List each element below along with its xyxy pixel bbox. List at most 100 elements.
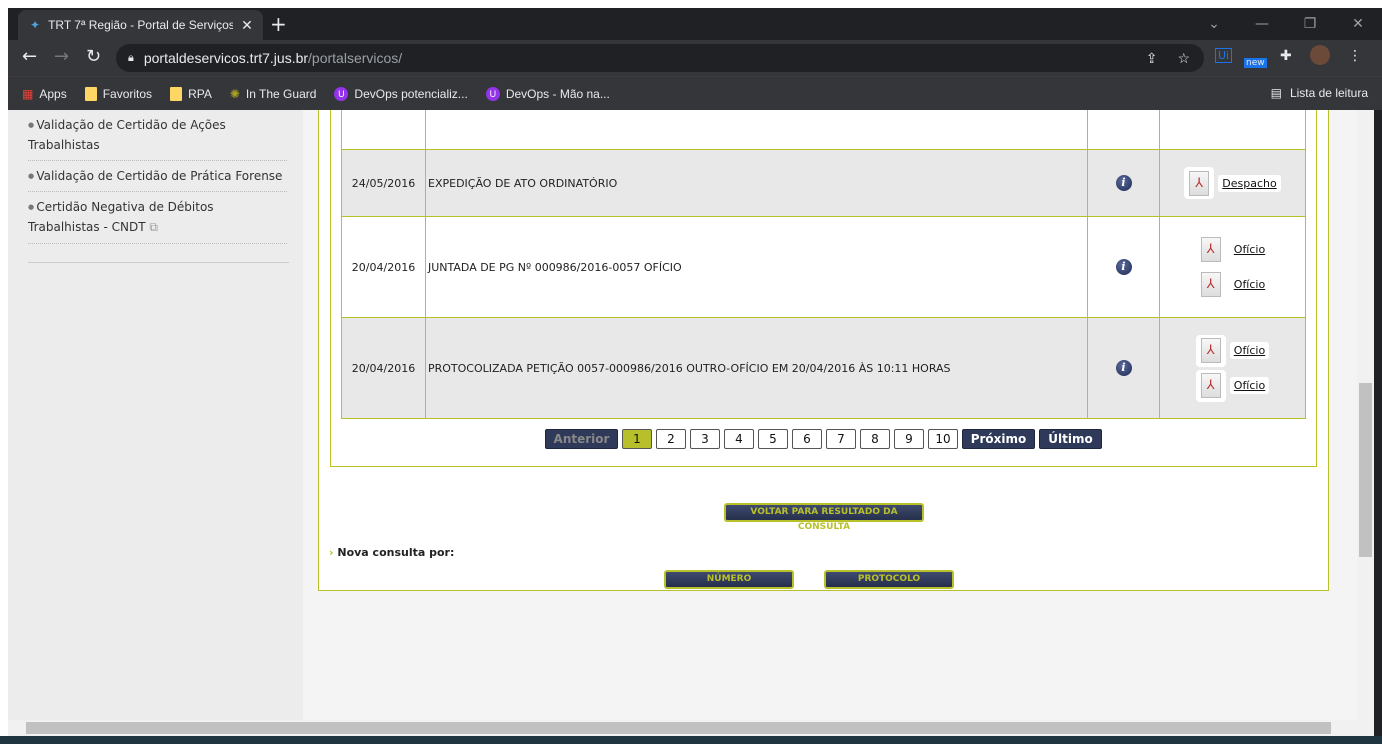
divider <box>28 262 289 263</box>
sidebar-item-label: Certidão Negativa de Débitos Trabalhista… <box>28 200 214 234</box>
prev-page-button[interactable]: Anterior <box>545 429 618 449</box>
scrollbar-thumb[interactable] <box>26 722 1331 734</box>
external-link-icon: ⧉ <box>149 220 158 234</box>
lock-icon: 🔒︎ <box>128 51 134 64</box>
page-1-button[interactable]: 1 <box>622 429 652 449</box>
bookmark-label: DevOps potencializ... <box>354 86 468 101</box>
back-icon[interactable]: ← <box>22 46 37 67</box>
bookmark-in-the-guard[interactable]: ✺ In The Guard <box>230 87 317 101</box>
vertical-scrollbar[interactable] <box>1357 110 1374 720</box>
browser-window: ✦ TRT 7ª Região - Portal de Serviços ✕ +… <box>8 8 1382 736</box>
scrollbar-thumb[interactable] <box>1359 383 1372 557</box>
sidebar-item-validacao-pratica[interactable]: Validação de Certidão de Prática Forense <box>28 161 287 192</box>
document-link[interactable]: ⅄ Ofício <box>1162 233 1303 266</box>
last-page-button[interactable]: Último <box>1039 429 1102 449</box>
bookmark-favoritos[interactable]: Favoritos <box>84 86 153 101</box>
guard-icon: ✺ <box>229 86 240 101</box>
document-link[interactable]: ⅄ Ofício <box>1162 268 1303 301</box>
document-label[interactable]: Ofício <box>1229 342 1270 359</box>
page-6-button[interactable]: 6 <box>792 429 822 449</box>
reading-list-label: Lista de leitura <box>1289 86 1368 100</box>
sidebar-item-validacao-acoes[interactable]: Validação de Certidão de Ações Trabalhis… <box>28 110 287 161</box>
search-by-protocol-button[interactable]: PROTOCOLO <box>824 570 954 589</box>
page-4-button[interactable]: 4 <box>724 429 754 449</box>
tab-active[interactable]: ✦ TRT 7ª Região - Portal de Serviços ✕ <box>18 10 263 40</box>
back-to-results-button[interactable]: VOLTAR PARA RESULTADO DA CONSULTA <box>724 503 924 532</box>
address-bar[interactable]: 🔒︎ portaldeservicos.trt7.jus.br/portalse… <box>116 44 1204 72</box>
restore-button[interactable]: ❐ <box>1286 16 1334 32</box>
bookmark-label: Favoritos <box>102 86 153 101</box>
table-row-partial: i <box>341 110 1306 150</box>
search-by-number-button[interactable]: NÚMERO <box>664 570 794 589</box>
document-link[interactable]: ⅄ Ofício <box>1162 369 1303 402</box>
url-host: portaldeservicos.trt7.jus.br <box>143 50 309 66</box>
row-date: 24/05/2016 <box>341 149 426 217</box>
document-label[interactable]: Ofício <box>1229 276 1270 293</box>
row-date: 20/04/2016 <box>341 317 426 419</box>
bookmark-label: In The Guard <box>245 86 317 101</box>
document-label[interactable]: Despacho <box>1218 174 1281 192</box>
bookmarks-bar: ▦ Apps Favoritos RPA ✺ In The Guard U DevOp… <box>8 76 1382 110</box>
page-2-button[interactable]: 2 <box>656 429 686 449</box>
page-10-button[interactable]: 10 <box>928 429 958 449</box>
sidebar-item-label: Validação de Certidão de Ações Trabalhis… <box>28 118 226 152</box>
taskbar <box>0 736 1382 744</box>
bookmark-devops-2[interactable]: U DevOps - Mão na... <box>485 86 610 101</box>
page-3-button[interactable]: 3 <box>690 429 720 449</box>
bookmark-rpa[interactable]: RPA <box>170 86 212 101</box>
star-icon[interactable]: ☆ <box>1177 50 1190 67</box>
page-7-button[interactable]: 7 <box>826 429 856 449</box>
document-label[interactable]: Ofício <box>1229 377 1270 394</box>
folder-icon <box>84 86 97 101</box>
reading-list-icon: ▤ <box>1270 86 1282 100</box>
document-link[interactable]: ⅄ Despacho <box>1162 167 1303 199</box>
toolbar: ← → ↻ 🔒︎ portaldeservicos.trt7.jus.br/po… <box>8 40 1382 76</box>
tab-title: TRT 7ª Região - Portal de Serviços <box>48 18 234 32</box>
info-icon[interactable]: i <box>1115 259 1132 275</box>
avatar[interactable] <box>1310 45 1330 65</box>
content-panel: i 24/05/2016 EXPEDIÇÃO DE ATO ORDINATÓRI… <box>318 110 1329 591</box>
folder-icon <box>170 86 183 101</box>
page-5-button[interactable]: 5 <box>758 429 788 449</box>
uipath-extension-icon[interactable]: Ui <box>1215 48 1233 63</box>
sidebar-item-label: Validação de Certidão de Prática Forense <box>36 169 283 183</box>
document-link[interactable]: ⅄ Ofício <box>1162 334 1303 367</box>
pdf-icon: ⅄ <box>1195 334 1226 367</box>
pdf-icon: ⅄ <box>1195 369 1226 402</box>
bookmark-apps[interactable]: ▦ Apps <box>22 87 67 101</box>
row-description: EXPEDIÇÃO DE ATO ORDINATÓRIO <box>425 149 1088 217</box>
row-description: PROTOCOLIZADA PETIÇÃO 0057-000986/2016 O… <box>425 317 1088 419</box>
bookmark-label: RPA <box>188 86 212 101</box>
document-label[interactable]: Ofício <box>1229 241 1270 258</box>
table-row: 20/04/2016 JUNTADA DE PG Nº 000986/2016-… <box>341 216 1306 318</box>
table-row: 20/04/2016 PROTOCOLIZADA PETIÇÃO 0057-00… <box>341 317 1306 419</box>
udemy-icon: U <box>485 86 500 101</box>
bookmark-devops-1[interactable]: U DevOps potencializ... <box>334 86 468 101</box>
reload-icon[interactable]: ↻ <box>86 46 101 67</box>
share-icon[interactable]: ⇪ <box>1146 50 1158 67</box>
table-row: 24/05/2016 EXPEDIÇÃO DE ATO ORDINATÓRIO … <box>341 149 1306 217</box>
close-window-button[interactable]: ✕ <box>1334 16 1382 32</box>
menu-icon[interactable]: ⋮ <box>1348 48 1362 64</box>
apps-grid-icon: ▦ <box>22 86 34 101</box>
new-extension-icon[interactable]: new <box>1244 58 1267 68</box>
bookmark-label: Apps <box>39 86 67 101</box>
bookmark-label: DevOps - Mão na... <box>505 86 610 101</box>
pdf-icon: ⅄ <box>1184 167 1215 199</box>
extensions-icon[interactable]: ✚ <box>1280 48 1292 64</box>
forward-icon[interactable]: → <box>54 46 69 67</box>
next-page-button[interactable]: Próximo <box>962 429 1035 449</box>
info-icon[interactable]: i <box>1115 360 1132 376</box>
new-tab-button[interactable]: + <box>270 12 287 36</box>
horizontal-scrollbar[interactable] <box>8 720 1374 736</box>
info-icon[interactable]: i <box>1115 175 1132 191</box>
pdf-icon: ⅄ <box>1195 233 1226 266</box>
page-9-button[interactable]: 9 <box>894 429 924 449</box>
pdf-icon: ⅄ <box>1195 268 1226 301</box>
close-tab-icon[interactable]: ✕ <box>241 17 253 34</box>
reading-list-button[interactable]: ▤ Lista de leitura <box>1271 86 1368 100</box>
page-8-button[interactable]: 8 <box>860 429 890 449</box>
sidebar-item-cndt[interactable]: Certidão Negativa de Débitos Trabalhista… <box>28 192 287 244</box>
tab-search-icon[interactable]: ⌄ <box>1190 16 1238 32</box>
minimize-button[interactable]: — <box>1238 16 1286 32</box>
